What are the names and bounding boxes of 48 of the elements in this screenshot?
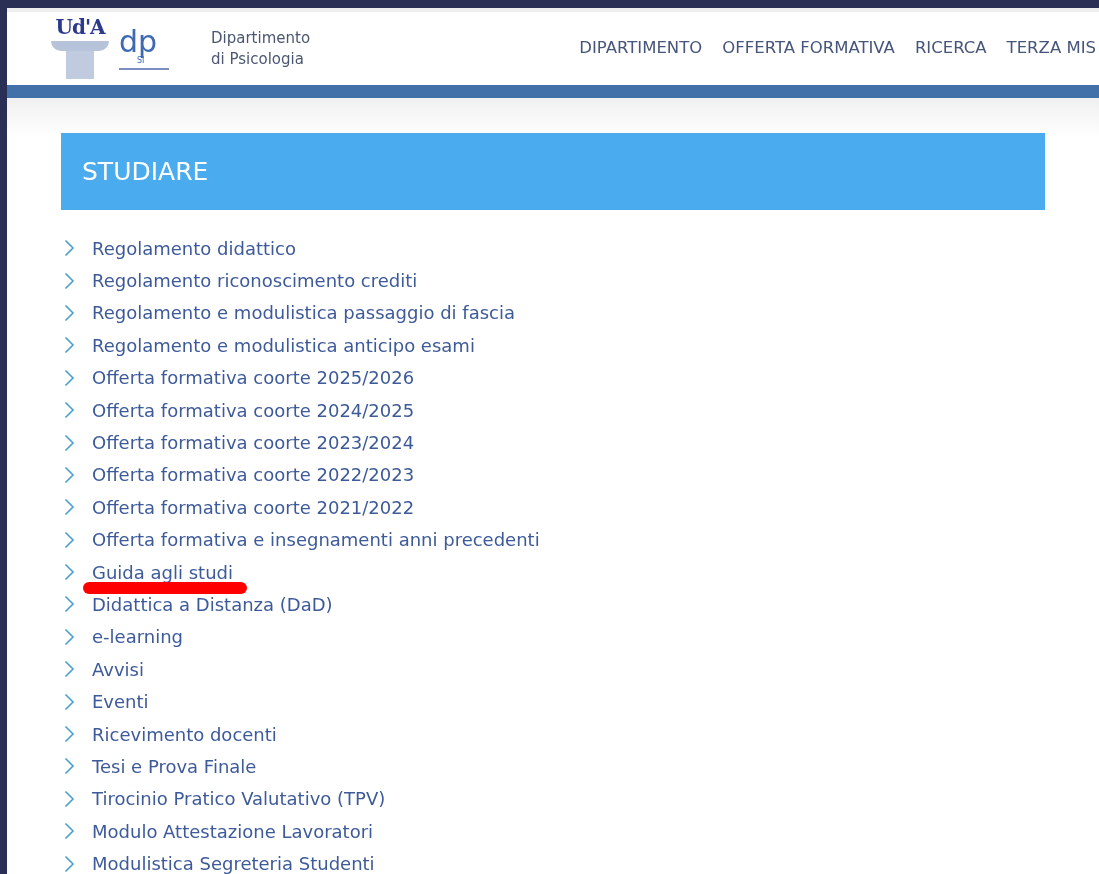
section-link[interactable]: Guida agli studi: [92, 561, 233, 583]
section-link[interactable]: Modulistica Segreteria Studenti: [92, 853, 375, 874]
nav-link[interactable]: DIPARTIMENTO: [579, 36, 703, 61]
section-link[interactable]: Avvisi: [92, 658, 144, 680]
section-link[interactable]: Offerta formativa e insegnamenti anni precedenti: [92, 529, 540, 551]
nav-link[interactable]: OFFERTA FORMATIVA: [722, 36, 895, 61]
section-link[interactable]: Modulo Attestazione Lavoratori: [92, 820, 374, 842]
section-link[interactable]: Tirocinio Pratico Valutativo (TPV): [92, 788, 386, 810]
chevron-right-icon: [64, 336, 75, 355]
chevron-right-icon: [64, 465, 75, 484]
chevron-right-icon: [64, 530, 75, 549]
chevron-right-icon: [64, 789, 75, 808]
section-link[interactable]: Ricevimento docenti: [92, 723, 277, 745]
chevron-right-icon: [64, 433, 75, 452]
university-logo[interactable]: Ud'A: [45, 12, 115, 85]
chevron-right-icon: [64, 368, 75, 387]
section-link[interactable]: Regolamento didattico: [92, 237, 296, 259]
chevron-right-icon: [64, 563, 75, 582]
section-link[interactable]: Regolamento e modulistica passaggio di fascia: [92, 302, 515, 324]
section-link[interactable]: Offerta formativa coorte 2025/2026: [92, 367, 415, 389]
chevron-right-icon: [64, 854, 75, 873]
chevron-right-icon: [64, 401, 75, 420]
section-link[interactable]: Offerta formativa coorte 2021/2022: [92, 496, 415, 518]
section-link[interactable]: Didattica a Distanza (DaD): [92, 594, 333, 615]
section-link[interactable]: Regolamento e modulistica anticipo esami: [92, 334, 475, 356]
section-header: STUDIARE: [61, 133, 1045, 210]
chevron-right-icon: [64, 239, 75, 258]
nav-link[interactable]: RICERCA: [914, 36, 987, 61]
section-link[interactable]: Offerta formativa coorte 2023/2024: [92, 432, 415, 454]
chevron-right-icon: [64, 692, 75, 711]
chevron-right-icon: [64, 498, 75, 517]
section-link[interactable]: Offerta formativa coorte 2022/2023: [92, 464, 415, 486]
chevron-right-icon: [64, 271, 75, 290]
section-link[interactable]: Regolamento riconoscimento crediti: [92, 270, 418, 292]
chevron-right-icon: [64, 627, 75, 646]
chevron-right-icon: [64, 757, 75, 776]
section-link[interactable]: Tesi e Prova Finale: [92, 755, 257, 777]
chevron-right-icon: [64, 822, 75, 841]
chevron-right-icon: [64, 725, 75, 744]
chevron-right-icon: [64, 660, 75, 679]
section-link[interactable]: Eventi: [92, 691, 149, 713]
department-logo[interactable]: dp SI: [119, 27, 175, 70]
section-link[interactable]: Offerta formativa coorte 2024/2025: [92, 399, 415, 421]
nav-link[interactable]: TERZA MIS: [1006, 36, 1096, 61]
site-title: Dipartimento di Psicologia: [211, 27, 311, 70]
chevron-right-icon: [64, 303, 75, 322]
section-link[interactable]: e-learning: [92, 626, 183, 648]
chevron-right-icon: [64, 595, 75, 614]
